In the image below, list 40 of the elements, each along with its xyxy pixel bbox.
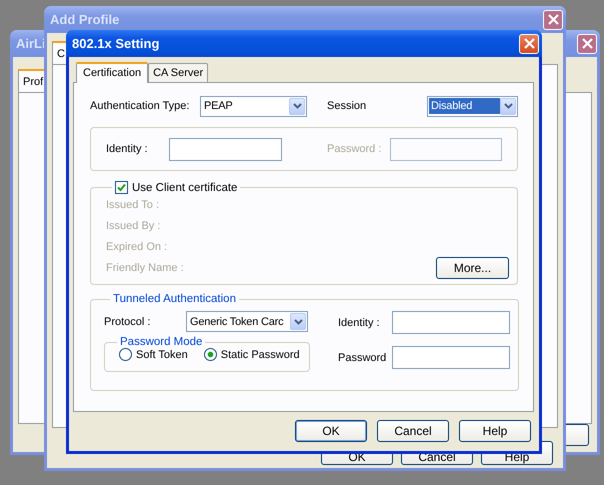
password-field[interactable]	[392, 346, 510, 369]
field-label: Issued To :	[106, 198, 159, 210]
field-label: Identity :	[106, 143, 149, 155]
group-title: Tunneled Authentication	[112, 293, 237, 305]
field-label: Password	[338, 352, 388, 364]
dropdown[interactable]: Disabled	[427, 96, 518, 116]
tab[interactable]: CA Server	[148, 63, 208, 82]
radio-label[interactable]: Static Password	[220, 348, 300, 360]
dialog-button[interactable]: Help	[459, 420, 531, 442]
window-title: Add Profile	[50, 12, 120, 27]
radio-button[interactable]	[204, 348, 217, 361]
identity-field[interactable]	[169, 138, 282, 160]
dialog-button[interactable]: OK	[295, 420, 367, 442]
dropdown[interactable]: Generic Token Carc	[186, 311, 308, 332]
field-label: Friendly Name :	[106, 262, 184, 274]
caret-icon	[290, 313, 306, 330]
caret-icon	[289, 98, 305, 114]
close-icon[interactable]	[577, 34, 597, 54]
field-label: Session	[327, 100, 368, 112]
radio-button[interactable]	[119, 348, 132, 361]
window-title: 802.1x Setting	[72, 36, 160, 51]
checkbox-label[interactable]: Use Client certificate	[132, 182, 238, 194]
dropdown[interactable]: PEAP	[200, 96, 307, 116]
more-button[interactable]: More...	[436, 256, 509, 278]
field-label: Issued By :	[106, 220, 160, 232]
dialog-button[interactable]: Cancel	[377, 420, 449, 442]
field-label: Password :	[327, 143, 382, 155]
field-label: Protocol :	[104, 316, 152, 328]
identity-field[interactable]	[392, 311, 510, 334]
field-label: Identity :	[338, 316, 381, 328]
tab[interactable]: Certification	[76, 62, 148, 83]
radio-label[interactable]: Soft Token	[136, 348, 188, 360]
checkbox[interactable]	[115, 181, 128, 194]
field-label: Expired On :	[106, 240, 168, 252]
close-icon[interactable]	[519, 34, 539, 54]
close-icon[interactable]	[543, 10, 563, 30]
window-title: AirLi	[16, 36, 46, 51]
caret-icon	[500, 98, 516, 114]
group-title: Password Mode	[119, 336, 204, 348]
field-label: Authentication Type:	[90, 100, 190, 112]
